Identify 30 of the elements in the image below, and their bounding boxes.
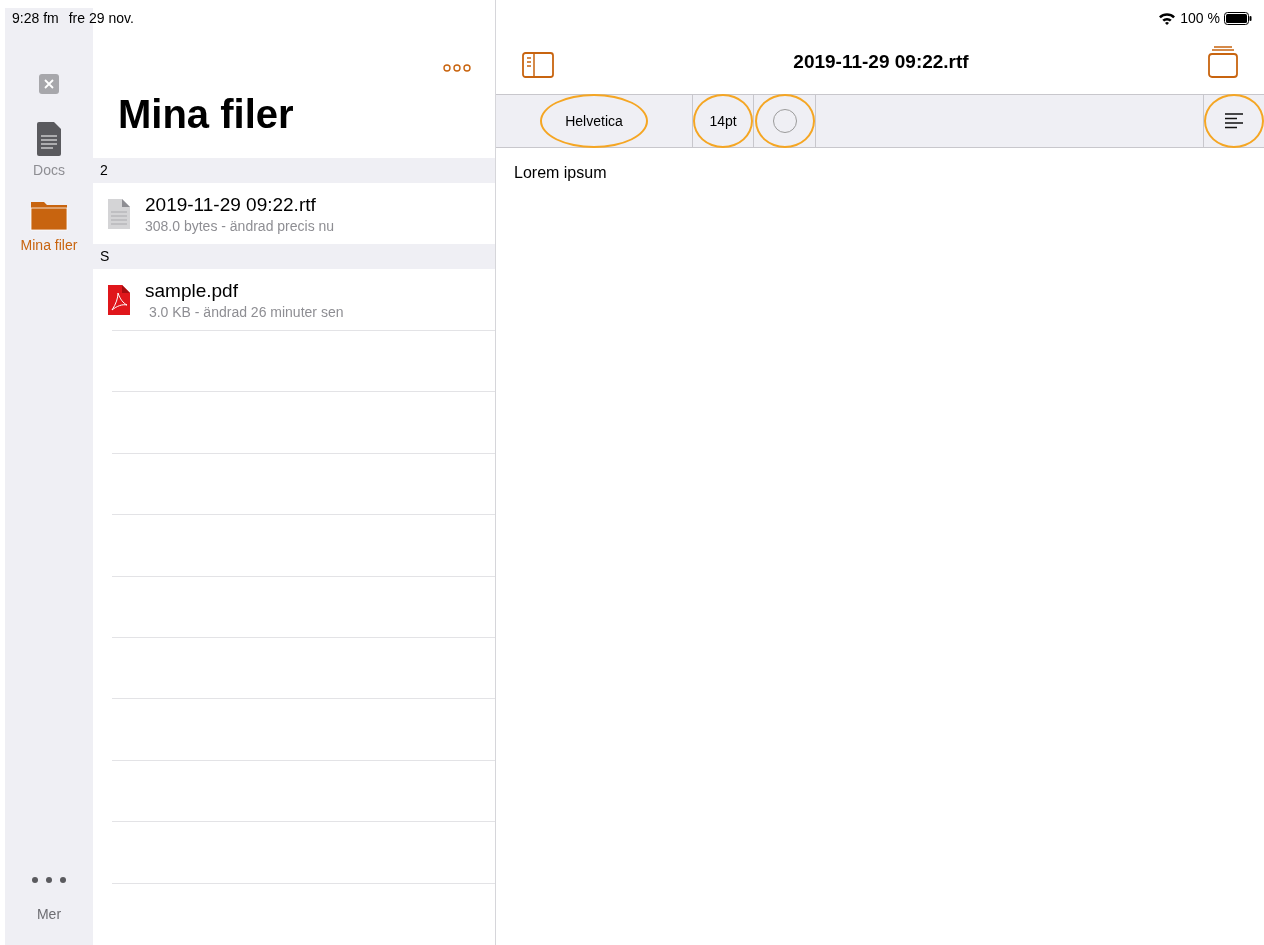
document-icon [108,198,130,229]
document-title: 2019-11-29 09:22.rtf [792,49,970,74]
file-row[interactable]: 2019-11-29 09:22.rtf 308.0 bytes - ändrad precis nu [93,183,495,244]
more-options-icon[interactable] [443,64,471,72]
file-details: 308.0 bytes - ändrad precis nu [145,216,335,235]
section-header: 2 [93,158,495,183]
section-header: S [93,244,495,269]
wifi-icon [1158,11,1177,25]
file-name: sample.pdf [145,278,239,303]
folder-icon [30,199,68,231]
status-time: 9:28 fm [12,8,59,28]
close-icon[interactable] [39,74,59,94]
align-left-icon[interactable] [1224,113,1244,129]
more-tab[interactable]: Mer [31,876,67,925]
pdf-file-icon [108,284,130,315]
file-name: 2019-11-29 09:22.rtf [145,192,317,217]
battery-percent: 100 % [1180,8,1220,28]
font-button[interactable]: Helvetica [565,110,623,132]
page-title: Mina filer [117,91,295,138]
file-row[interactable]: sample.pdf 3.0 KB - ändrad 26 minuter sen [93,269,495,330]
document-icon [37,122,61,156]
sidebar-toggle-icon[interactable] [522,52,554,78]
more-icon [31,876,67,884]
status-date: fre 29 nov. [68,8,134,28]
document-body: Lorem ipsum [513,163,608,183]
sidebar-tab[interactable]: Mina filer [5,195,93,256]
battery-icon [1224,11,1252,25]
stacked-pages-icon[interactable] [1208,46,1238,78]
font-size-button[interactable]: 14pt [709,110,737,132]
file-details: 3.0 KB - ändrad 26 minuter sen [147,302,344,321]
